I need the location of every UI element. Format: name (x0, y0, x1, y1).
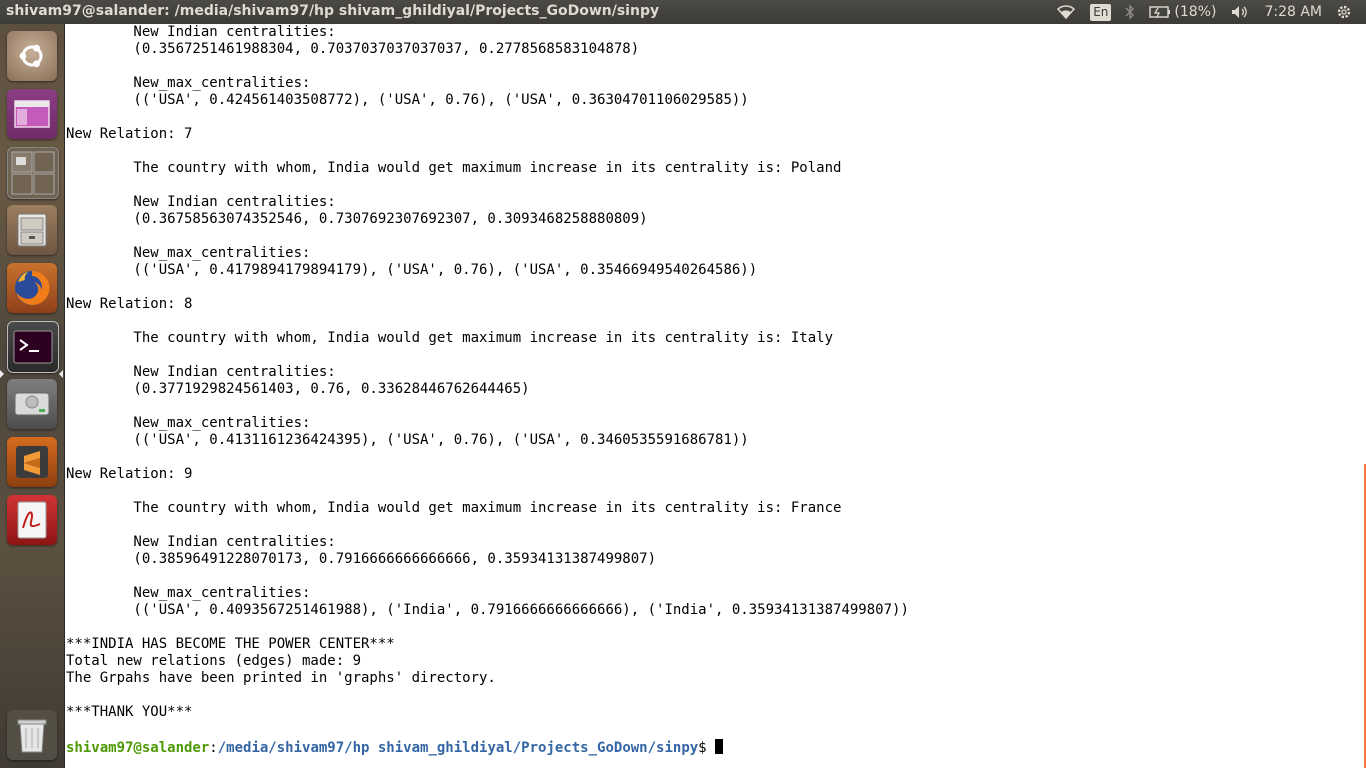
workspace-switcher-button[interactable] (7, 147, 59, 199)
document-viewer-button[interactable] (7, 495, 57, 545)
terminal-line: New Indian centralities: (66, 534, 336, 550)
prompt-path: /media/shivam97/hp shivam_ghildiyal/Proj… (217, 740, 699, 756)
pdf-viewer-icon (17, 501, 47, 539)
launcher (0, 24, 65, 768)
trash-icon (17, 719, 47, 753)
terminal-line: New_max_centralities: (66, 75, 311, 91)
code-editor-icon (16, 446, 48, 478)
keyboard-layout-indicator[interactable]: En (1090, 3, 1112, 21)
terminal-line: New Relation: 7 (66, 126, 193, 142)
clock[interactable]: 7:28 AM (1264, 4, 1322, 20)
files-button[interactable] (7, 205, 57, 255)
terminal-icon (13, 330, 53, 364)
terminal-line: The country with whom, India would get m… (66, 160, 842, 176)
ubuntu-dash-button[interactable] (7, 31, 57, 81)
battery-indicator[interactable]: (18%) (1149, 4, 1216, 20)
terminal-line: New_max_centralities: (66, 585, 311, 601)
prompt-symbol: $ (698, 740, 707, 756)
terminal-line: ***THANK YOU*** (66, 704, 193, 720)
window-title: shivam97@salander: /media/shivam97/hp sh… (6, 3, 660, 19)
indicator-area: En (18%) 7:28 AM (1056, 0, 1366, 24)
ubuntu-logo-icon (19, 44, 43, 68)
battery-percent: (18%) (1174, 4, 1217, 20)
prompt-separator: : (209, 740, 218, 756)
disk-button[interactable] (7, 379, 57, 429)
terminal-line: (0.3771929824561403, 0.76, 0.33628446762… (66, 381, 530, 397)
battery-icon (1149, 6, 1171, 18)
terminal-line: New Indian centralities: (66, 24, 336, 40)
terminal-line: (('USA', 0.4179894179894179), ('USA', 0.… (66, 262, 758, 278)
unity-tweak-button[interactable] (7, 89, 57, 139)
terminal-line: The country with whom, India would get m… (66, 500, 842, 516)
terminal-prompt[interactable]: shivam97@salander:/media/shivam97/hp shi… (66, 739, 723, 757)
active-indicator-right (59, 370, 63, 378)
terminal-line: New Relation: 8 (66, 296, 193, 312)
firefox-button[interactable] (7, 263, 57, 313)
volume-icon[interactable] (1230, 4, 1250, 20)
window-app-icon (14, 100, 50, 128)
terminal-line: ***INDIA HAS BECOME THE POWER CENTER*** (66, 636, 395, 652)
terminal-line: New_max_centralities: (66, 245, 311, 261)
running-indicator-left (0, 370, 4, 378)
terminal-line: The Grpahs have been printed in 'graphs'… (66, 670, 496, 686)
terminal-output: New Indian centralities: (0.356725146198… (66, 24, 909, 738)
wifi-icon[interactable] (1056, 4, 1076, 20)
terminal-line: New Indian centralities: (66, 364, 336, 380)
terminal-button[interactable] (7, 321, 59, 373)
terminal-line: (0.36758563074352546, 0.7307692307692307… (66, 211, 648, 227)
sublime-text-button[interactable] (7, 437, 57, 487)
gear-icon[interactable] (1336, 4, 1352, 20)
terminal-window[interactable]: New Indian centralities: (0.356725146198… (65, 24, 1366, 768)
terminal-line: (0.38596491228070173, 0.7916666666666666… (66, 551, 657, 567)
top-panel: shivam97@salander: /media/shivam97/hp sh… (0, 0, 1366, 24)
file-cabinet-icon (17, 213, 47, 247)
terminal-line: (('USA', 0.4093567251461988), ('India', … (66, 602, 909, 618)
bluetooth-icon[interactable] (1125, 4, 1135, 20)
trash-button[interactable] (7, 710, 57, 760)
terminal-line: Total new relations (edges) made: 9 (66, 653, 362, 669)
terminal-line: New Relation: 9 (66, 466, 193, 482)
hard-disk-icon (14, 392, 50, 416)
terminal-line: (('USA', 0.4131161236424395), ('USA', 0.… (66, 432, 749, 448)
terminal-line: The country with whom, India would get m… (66, 330, 834, 346)
terminal-line: New_max_centralities: (66, 415, 311, 431)
terminal-line: (0.3567251461988304, 0.7037037037037037,… (66, 41, 640, 57)
terminal-line: New Indian centralities: (66, 194, 336, 210)
workspaces-icon (11, 151, 55, 195)
terminal-line: (('USA', 0.424561403508772), ('USA', 0.7… (66, 92, 749, 108)
firefox-icon (15, 270, 50, 305)
prompt-user-host: shivam97@salander (66, 740, 210, 756)
text-cursor (714, 739, 723, 754)
